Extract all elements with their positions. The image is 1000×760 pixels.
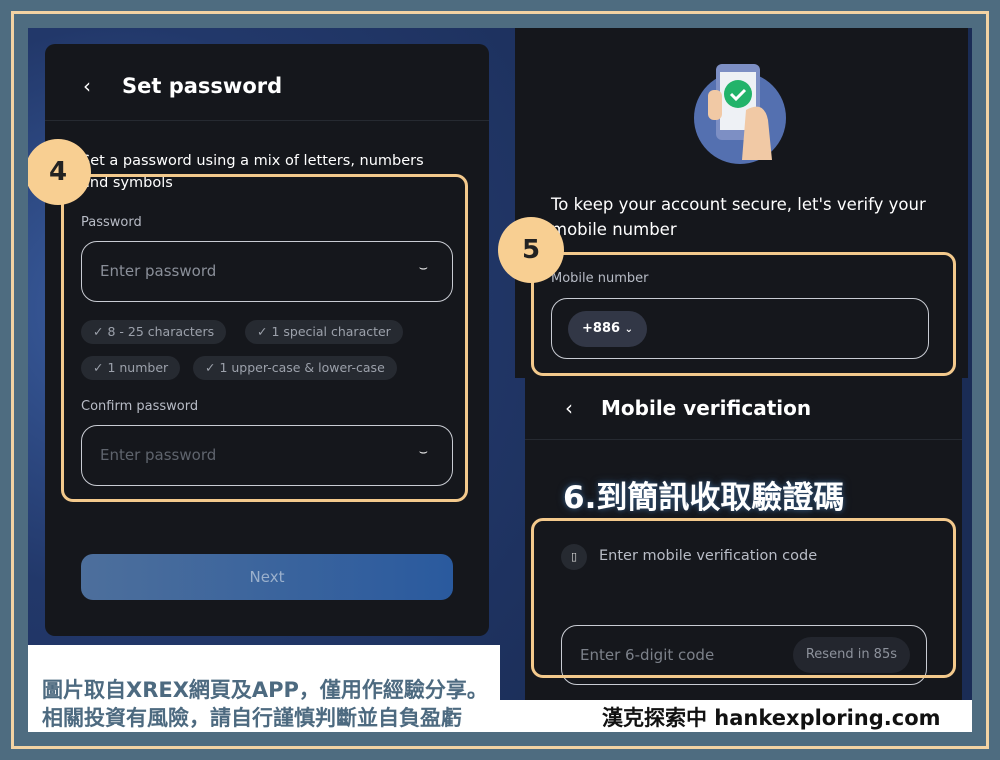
page-title: Set password xyxy=(122,74,283,98)
step-badge: 5 xyxy=(498,217,564,283)
verification-title: Mobile verification xyxy=(601,396,812,420)
back-chevron-icon[interactable]: ‹ xyxy=(83,74,91,98)
disclaimer-line-2: 相關投資有風險，請自行謹慎判斷並自負盈虧 xyxy=(42,706,462,730)
highlight-box xyxy=(531,252,956,376)
back-chevron-icon[interactable]: ‹ xyxy=(565,396,573,420)
mobile-intro: To keep your account secure, let's verif… xyxy=(551,195,926,239)
screenshot-collage: ‹ Set password Set a password using a mi… xyxy=(28,28,972,732)
highlight-box xyxy=(61,174,468,502)
divider xyxy=(525,439,962,440)
phone-verified-illustration xyxy=(694,64,786,164)
disclaimer-line-1: 圖片取自XREX網頁及APP，僅用作經驗分享。 xyxy=(42,678,488,702)
next-button[interactable]: Next xyxy=(81,554,453,600)
site-credit: 漢克探索中 hankexploring.com xyxy=(602,706,941,730)
step-badge: 4 xyxy=(28,139,91,205)
highlight-box xyxy=(531,518,956,678)
divider xyxy=(45,120,489,121)
step-6-overlay-text: 6.到簡訊收取驗證碼 xyxy=(563,480,845,516)
